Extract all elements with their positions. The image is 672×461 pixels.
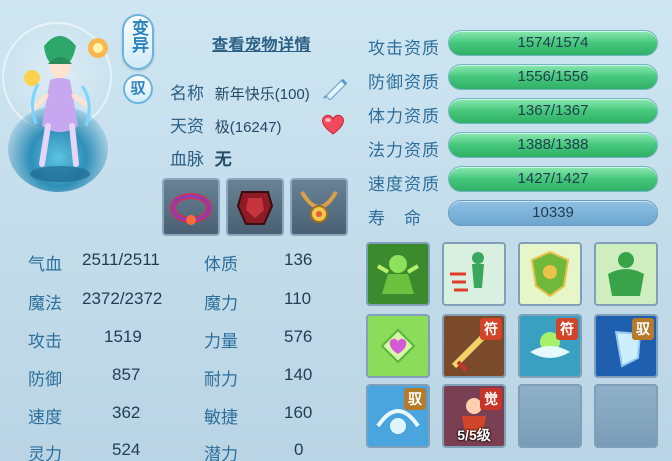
talisman-tag: 符 [556, 318, 578, 340]
ride-tag: 驭 [632, 318, 654, 340]
stat-label: 力量 [204, 332, 238, 351]
stat-value: 524 [112, 440, 141, 459]
speed-aptitude-bar: 1427/1427 [448, 166, 658, 192]
pet-figure-image [24, 36, 108, 182]
stat-potential: 潜力 0 [204, 440, 303, 461]
stat-value: 160 [284, 403, 313, 422]
attack-aptitude-bar: 1574/1574 [448, 30, 658, 56]
stat-value: 110 [284, 289, 312, 308]
talent-row: 天资 极(16247) [170, 112, 281, 137]
stat-label: 敏捷 [204, 408, 238, 427]
bloodline-value: 无 [214, 150, 232, 169]
stat-spirit: 灵力 524 [28, 440, 140, 461]
stat-label: 攻击 [28, 332, 62, 351]
stat-label: 魔力 [204, 294, 238, 313]
stat-value: 576 [284, 327, 313, 346]
bloodline-label: 血脉 [170, 150, 204, 169]
green-warrior-skill-icon [368, 244, 428, 304]
stat-value: 362 [112, 403, 141, 422]
stat-agility: 敏捷 160 [204, 403, 312, 428]
bloodline-row: 血脉 无 [170, 145, 232, 170]
stat-constitution: 体质 136 [204, 250, 312, 275]
aptitude-label: 防御资质 [368, 73, 440, 92]
awaken-level: 5/5级 [457, 427, 491, 443]
stat-hp: 气血 2511/2511 [28, 250, 160, 275]
stat-speed: 速度 362 [28, 403, 140, 428]
stamina-aptitude-bar: 1367/1367 [448, 98, 658, 124]
stat-label: 潜力 [204, 445, 238, 461]
stat-value: 140 [284, 365, 313, 384]
stat-defense: 防御 857 [28, 365, 140, 390]
stat-label: 速度 [28, 408, 62, 427]
favorite-heart-icon[interactable] [320, 112, 346, 136]
skill-slot-8[interactable]: 驭 [594, 314, 658, 378]
mana-aptitude-bar: 1388/1388 [448, 132, 658, 158]
aptitude-label: 法力资质 [368, 141, 440, 160]
heart-skill-icon [368, 316, 428, 376]
skill-slot-5[interactable] [366, 314, 430, 378]
skill-slot-3[interactable] [518, 242, 582, 306]
pet-detail-panel: 变异 驭 查看宠物详情 名称 新年快乐(100) 天资 极(16247) 血脉 … [0, 0, 672, 461]
name-label: 名称 [170, 84, 204, 103]
collar-icon [170, 193, 212, 225]
green-muscle-skill-icon [596, 244, 656, 304]
mutant-badge: 变异 [122, 14, 154, 70]
stat-label: 防御 [28, 370, 62, 389]
necklace-icon [300, 190, 338, 223]
stat-mp: 魔法 2372/2372 [28, 289, 162, 314]
skill-slot-7[interactable]: 符 [518, 314, 582, 378]
defense-aptitude-bar: 1556/1556 [448, 64, 658, 90]
stat-strength: 力量 576 [204, 327, 312, 352]
armor-icon [236, 191, 274, 225]
stat-value: 857 [112, 365, 141, 384]
equip-slot-collar[interactable] [162, 178, 220, 236]
edit-name-icon[interactable] [322, 76, 350, 102]
lifespan-bar: 10339 [448, 200, 658, 226]
aptitude-label: 速度资质 [368, 175, 440, 194]
talent-label: 天资 [170, 117, 204, 136]
awaken-tag: 觉 [480, 388, 502, 410]
pet-portrait[interactable] [2, 6, 120, 196]
name-row: 名称 新年快乐(100) [170, 79, 310, 104]
stat-value: 136 [284, 250, 313, 269]
skill-slot-9[interactable]: 驭 [366, 384, 430, 448]
equip-slot-armor[interactable] [226, 178, 284, 236]
stat-magic: 魔力 110 [204, 289, 311, 314]
skill-slot-awaken[interactable]: 觉 5/5级 [442, 384, 506, 448]
lifespan-label: 寿 命 [368, 209, 422, 228]
stat-label: 灵力 [28, 445, 62, 461]
skill-slot-empty-2[interactable] [594, 384, 658, 448]
stat-value: 0 [294, 440, 304, 459]
stat-label: 气血 [28, 255, 62, 274]
stat-label: 耐力 [204, 370, 238, 389]
aptitude-label: 体力资质 [368, 107, 440, 126]
ride-tag: 驭 [404, 388, 426, 410]
stat-value: 2372/2372 [82, 289, 163, 308]
red-runner-skill-icon [444, 244, 504, 304]
stat-value: 1519 [104, 327, 142, 346]
stat-endurance: 耐力 140 [204, 365, 312, 390]
skill-slot-2[interactable] [442, 242, 506, 306]
stat-value: 2511/2511 [82, 250, 160, 269]
aptitude-label: 攻击资质 [368, 39, 440, 58]
equip-slot-necklace[interactable] [290, 178, 348, 236]
ride-badge[interactable]: 驭 [123, 74, 153, 104]
stat-attack: 攻击 1519 [28, 327, 142, 352]
shield-crest-skill-icon [520, 244, 580, 304]
mutant-badge-text: 变异 [129, 19, 148, 53]
skill-slot-6[interactable]: 符 [442, 314, 506, 378]
talent-value: 极(16247) [214, 119, 282, 136]
view-pet-details-link[interactable]: 查看宠物详情 [212, 31, 311, 55]
skill-slot-1[interactable] [366, 242, 430, 306]
stat-label: 魔法 [28, 294, 62, 313]
skill-slot-4[interactable] [594, 242, 658, 306]
stat-label: 体质 [204, 255, 238, 274]
skill-slot-empty-1[interactable] [518, 384, 582, 448]
name-value: 新年快乐(100) [214, 86, 310, 103]
talisman-tag: 符 [480, 318, 502, 340]
